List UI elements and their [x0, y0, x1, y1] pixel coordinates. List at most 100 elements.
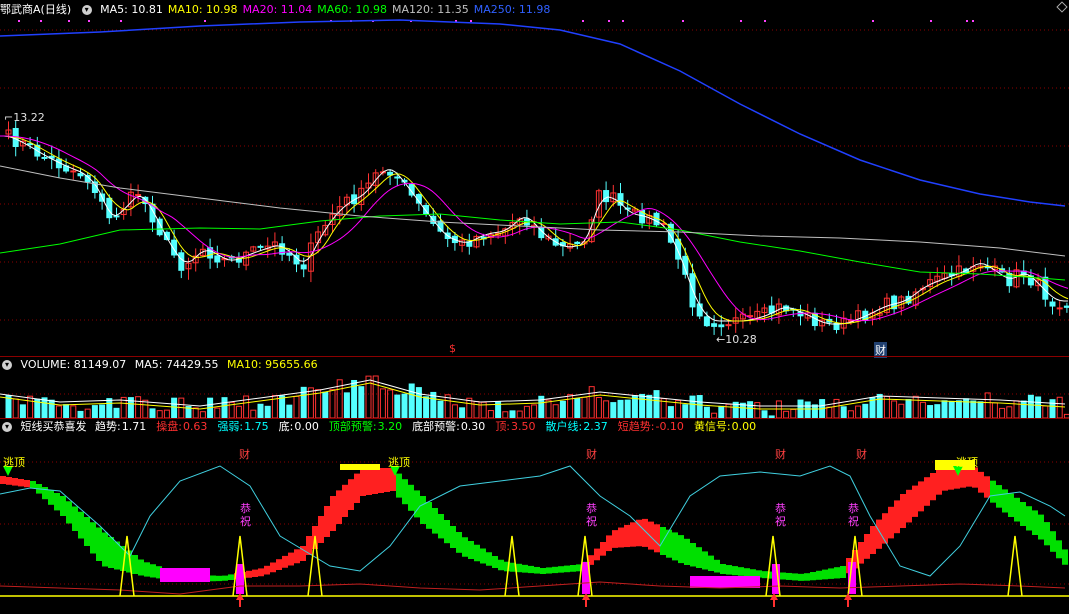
trend-column [888, 506, 894, 539]
trend-column [486, 552, 492, 566]
volume-bar [70, 405, 77, 418]
volume-bar [941, 400, 948, 418]
trend-column [672, 532, 678, 561]
signal-dot [972, 20, 974, 22]
trend-column [102, 532, 108, 567]
gong-signal: 恭祝 [586, 502, 597, 528]
trend-column [600, 542, 606, 556]
trend-column [252, 569, 258, 577]
volume-bar [977, 401, 984, 418]
indicator-settings-icon[interactable]: ▾ [81, 5, 92, 15]
trend-column [924, 477, 930, 506]
trend-column [342, 484, 348, 517]
volume-bar [142, 399, 149, 418]
volume-bar [459, 407, 466, 418]
indicator-item-6: 顶:3.50 [495, 420, 536, 433]
indicator-values: 趋势:1.71 操盘:0.63 强弱:1.75 底:0.00 顶部预警:3.20 底部预警… [95, 420, 766, 433]
trend-column [546, 567, 552, 574]
trend-column [618, 527, 624, 548]
volume-bar [27, 395, 34, 418]
trend-column [690, 543, 696, 567]
signal-dot [18, 20, 20, 22]
trend-column [216, 575, 222, 582]
candle-body [1049, 301, 1056, 307]
trend-column [396, 473, 402, 498]
cai-signal: 财 [586, 448, 597, 461]
volume-bar [653, 390, 660, 418]
trend-column [12, 478, 18, 486]
trend-column [906, 489, 912, 523]
volume-bar [761, 410, 768, 418]
signal-dot [764, 20, 766, 22]
volume-bar [1006, 406, 1013, 418]
trend-column [522, 564, 528, 573]
volume-bar [264, 405, 271, 418]
candle-body [1006, 272, 1013, 287]
trend-column [480, 548, 486, 564]
trend-column [444, 520, 450, 544]
volume-bar [970, 400, 977, 418]
volume-bar [149, 408, 156, 418]
volume-bar [163, 409, 170, 418]
ma-indicator-4: MA120: 11.35 [392, 3, 469, 16]
bottom-signal [160, 568, 210, 582]
volume-bar [876, 393, 883, 418]
ma-indicators: MA5: 10.81 MA10: 10.98 MA20: 11.04 MA60: 10… [100, 3, 555, 16]
trend-column [1008, 493, 1014, 517]
trend-column [786, 572, 792, 580]
indicator-chart[interactable] [0, 436, 1069, 614]
trend-column [324, 506, 330, 537]
indicator-item-1: 操盘:0.63 [156, 420, 208, 433]
signal-dot [40, 20, 42, 22]
trend-column [1032, 510, 1038, 535]
volume-bar [135, 396, 142, 418]
trend-column [78, 511, 84, 539]
volume-bar [423, 396, 430, 418]
price-chart[interactable] [0, 16, 1069, 356]
signal-dot [622, 20, 624, 22]
ma-indicator-5: MA250: 11.98 [473, 3, 551, 16]
indicator-name: 短线买恭喜发 [20, 420, 87, 433]
volume-bar [171, 397, 178, 418]
cai-signal: 财 [239, 448, 250, 461]
trend-column [360, 468, 366, 496]
trend-column [384, 468, 390, 492]
volume-bar [99, 404, 106, 418]
candle-body [178, 252, 185, 271]
trend-column [0, 476, 6, 484]
ma250-line [0, 19, 1066, 207]
volume-bar [487, 410, 494, 418]
trend-column [870, 526, 876, 554]
trend-column [318, 516, 324, 543]
trend-column [540, 568, 546, 574]
bottom-signal [236, 564, 244, 594]
candle-body [725, 324, 732, 327]
volume-bar [783, 410, 790, 418]
volume-bar [379, 388, 386, 418]
volume-bar [545, 399, 552, 418]
trend-column [780, 572, 786, 580]
trend-column [336, 490, 342, 524]
trend-column [630, 522, 636, 547]
trend-column [984, 476, 990, 498]
expand-icon[interactable] [1056, 1, 1068, 13]
volume-bar [451, 404, 458, 418]
trend-column [474, 544, 480, 562]
volume-bar [552, 404, 559, 418]
volume-bar [991, 402, 998, 418]
ma-indicator-2: MA20: 11.04 [242, 3, 313, 16]
volume-settings-icon[interactable]: ▾ [2, 360, 12, 370]
volume-chart[interactable] [0, 374, 1069, 418]
volume-bar [667, 406, 674, 418]
trend-column [468, 541, 474, 559]
volume-ma5: MA5: 74429.55 [134, 358, 219, 371]
indicator-pane-settings-icon[interactable]: ▾ [2, 422, 12, 432]
volume-bar [696, 395, 703, 418]
signal-dot [930, 20, 932, 22]
volume-bar [365, 375, 372, 418]
volume-bar [574, 397, 581, 418]
ma-indicator-0: MA5: 10.81 [100, 3, 163, 16]
volume-bar [912, 395, 919, 418]
indicator-item-8: 短趋势:-0.10 [617, 420, 684, 433]
volume-bar [322, 391, 329, 418]
